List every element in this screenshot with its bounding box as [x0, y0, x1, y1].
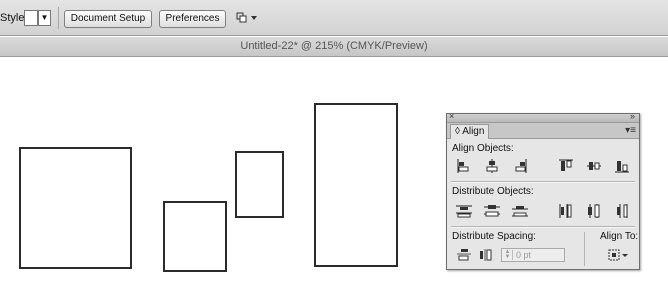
vertical-distribute-bottom-icon[interactable] [511, 203, 529, 219]
section-divider [451, 181, 635, 183]
document-setup-button[interactable]: Document Setup [64, 10, 152, 28]
artwork-rectangle-2[interactable] [163, 201, 227, 272]
align-to-label: Align To: [600, 231, 639, 242]
horizontal-align-left-icon[interactable] [455, 158, 473, 174]
distribute-spacing-label: Distribute Spacing: [452, 231, 536, 242]
collapse-icon[interactable]: » [630, 111, 635, 121]
align-objects-label: Align Objects: [452, 143, 514, 154]
panel-tab-strip: ◊ Align ▾≡ [447, 123, 639, 139]
panel-menu-icon[interactable]: ▾≡ [625, 125, 636, 136]
toolbar-separator [58, 7, 59, 29]
horizontal-align-right-icon[interactable] [511, 158, 529, 174]
distribute-objects-label: Distribute Objects: [452, 186, 534, 197]
vertical-distribute-space-icon[interactable] [455, 247, 473, 263]
vertical-align-top-icon[interactable] [557, 158, 575, 174]
horizontal-distribute-right-icon[interactable] [613, 203, 631, 219]
style-dropdown-arrow[interactable]: ▼ [38, 10, 51, 26]
artwork-rectangle-4[interactable] [314, 103, 398, 267]
close-icon[interactable]: × [449, 111, 454, 121]
tab-align[interactable]: ◊ Align [450, 124, 490, 139]
tab-arrows-icon: ◊ [455, 126, 460, 137]
align-to-selection-icon[interactable] [607, 247, 631, 263]
style-swatch[interactable] [24, 10, 38, 26]
vertical-distribute-center-icon[interactable] [483, 203, 501, 219]
section-divider [451, 226, 635, 228]
artwork-rectangle-3[interactable] [235, 151, 284, 218]
horizontal-distribute-center-icon[interactable] [585, 203, 603, 219]
spacing-divider [584, 232, 585, 266]
spacing-value-field[interactable]: ▲ ▼ 0 pt [501, 248, 565, 262]
align-panel: × » ◊ Align ▾≡ Align Objects: Distribute… [446, 111, 640, 270]
vertical-distribute-top-icon[interactable] [455, 203, 473, 219]
spacing-value: 0 pt [516, 250, 532, 260]
panel-header[interactable]: × » [447, 111, 639, 123]
arrange-documents-icon[interactable] [236, 11, 258, 25]
spacing-stepper[interactable]: ▲ ▼ [503, 249, 513, 260]
document-title-bar: Untitled-22* @ 215% (CMYK/Preview) [0, 37, 668, 57]
control-bar: Style: ▼ Document Setup Preferences [0, 0, 668, 36]
horizontal-distribute-left-icon[interactable] [557, 203, 575, 219]
artwork-rectangle-1[interactable] [19, 147, 132, 269]
vertical-align-bottom-icon[interactable] [613, 158, 631, 174]
horizontal-distribute-space-icon[interactable] [477, 247, 495, 263]
document-title: Untitled-22* @ 215% (CMYK/Preview) [240, 40, 428, 52]
preferences-button[interactable]: Preferences [159, 10, 226, 28]
tab-align-label: Align [462, 126, 485, 137]
horizontal-align-center-icon[interactable] [483, 158, 501, 174]
vertical-align-center-icon[interactable] [585, 158, 603, 174]
